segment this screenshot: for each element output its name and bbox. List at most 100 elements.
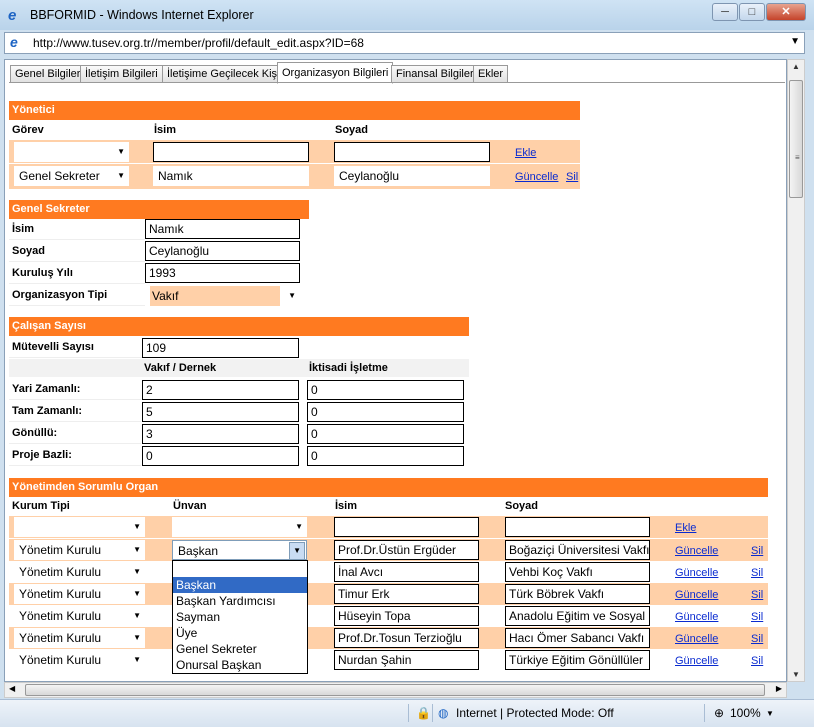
soyad-input-new[interactable] bbox=[334, 142, 490, 162]
organ-isim-input[interactable]: Timur Erk bbox=[334, 584, 479, 604]
organ-soyad-input[interactable]: Vehbi Koç Vakfı bbox=[505, 562, 650, 582]
zoom-icon[interactable]: ⊕ bbox=[714, 706, 724, 720]
proje-bazli-vakif-input[interactable]: 0 bbox=[142, 446, 299, 466]
sil-link[interactable]: Sil bbox=[751, 610, 763, 624]
organ-isim-input[interactable]: Nurdan Şahin bbox=[334, 650, 479, 670]
vertical-scrollbar[interactable]: ▲ ≡ ▼ bbox=[787, 59, 805, 682]
minimize-button[interactable]: ─ bbox=[712, 3, 738, 21]
tab-genel-bilgiler[interactable]: Genel Bilgiler bbox=[10, 65, 86, 83]
organ-ekle-link[interactable]: Ekle bbox=[675, 521, 696, 535]
organ-isim-input[interactable]: Prof.Dr.Tosun Terzioğlu bbox=[334, 628, 479, 648]
horizontal-scrollbar[interactable]: ◀ ▶ bbox=[4, 682, 787, 698]
col-iktisadi-isletme: İktisadi İşletme bbox=[309, 362, 388, 374]
zoom-level[interactable]: 100% bbox=[730, 706, 761, 720]
org-tipi-select[interactable]: Vakıf ▼ bbox=[145, 286, 300, 306]
tab-underline bbox=[9, 82, 785, 83]
organ-soyad-input[interactable]: Boğaziçi Üniversitesi Vakfı bbox=[505, 540, 650, 560]
chevron-down-icon[interactable]: ▼ bbox=[790, 36, 800, 47]
scroll-left-icon[interactable]: ◀ bbox=[9, 684, 15, 693]
organ-soyad-input-new[interactable] bbox=[505, 517, 650, 537]
kurum-tipi-select-new[interactable]: ▼ bbox=[14, 517, 145, 537]
guncelle-link[interactable]: Güncelle bbox=[675, 544, 718, 558]
maximize-button[interactable]: □ bbox=[739, 3, 765, 21]
dropdown-option[interactable]: Genel Sekreter bbox=[173, 641, 307, 657]
scroll-down-icon[interactable]: ▼ bbox=[792, 670, 800, 679]
sil-link[interactable]: Sil bbox=[751, 566, 763, 580]
gorev-value: Genel Sekreter bbox=[19, 169, 100, 183]
horizontal-scroll-thumb[interactable] bbox=[25, 684, 765, 696]
unvan-dropdown-list[interactable]: Başkan Başkan Yardımcısı Sayman Üye Gene… bbox=[172, 560, 308, 674]
col-kurum-tipi: Kurum Tipi bbox=[12, 500, 70, 512]
dropdown-option[interactable]: Başkan bbox=[173, 577, 307, 593]
soyad-field[interactable]: Ceylanoğlu bbox=[334, 166, 490, 186]
kurum-tipi-select[interactable]: Yönetim Kurulu ▼ bbox=[14, 562, 145, 582]
guncelle-link[interactable]: Güncelle bbox=[675, 566, 718, 580]
zoom-chevron-down-icon[interactable]: ▼ bbox=[766, 709, 774, 718]
tam-zamanli-vakif-input[interactable]: 5 bbox=[142, 402, 299, 422]
guncelle-link[interactable]: Güncelle bbox=[675, 588, 718, 602]
scroll-right-icon[interactable]: ▶ bbox=[776, 684, 782, 693]
address-bar[interactable]: e http://www.tusev.org.tr//member/profil… bbox=[4, 32, 805, 54]
tab-iletisim-bilgileri[interactable]: İletişim Bilgileri bbox=[80, 65, 163, 83]
sil-link[interactable]: Sil bbox=[566, 170, 578, 184]
kurum-tipi-select[interactable]: Yönetim Kurulu ▼ bbox=[14, 584, 145, 604]
kurum-tipi-select[interactable]: Yönetim Kurulu ▼ bbox=[14, 540, 145, 560]
organ-isim-input[interactable]: İnal Avcı bbox=[334, 562, 479, 582]
sil-link[interactable]: Sil bbox=[751, 632, 763, 646]
organ-soyad-input[interactable]: Türk Böbrek Vakfı bbox=[505, 584, 650, 604]
section-sorumlu-organ: Yönetimden Sorumlu Organ bbox=[9, 478, 768, 497]
gonullu-iktisadi-input[interactable]: 0 bbox=[307, 424, 464, 444]
dropdown-option[interactable]: Üye bbox=[173, 625, 307, 641]
unvan-select-new[interactable]: ▼ bbox=[172, 517, 307, 537]
sil-link[interactable]: Sil bbox=[751, 588, 763, 602]
kurulus-yili-input[interactable]: 1993 bbox=[145, 263, 300, 283]
globe-icon: ◍ bbox=[438, 706, 449, 720]
ekle-link[interactable]: Ekle bbox=[515, 146, 536, 160]
kurum-tipi-select[interactable]: Yönetim Kurulu ▼ bbox=[14, 628, 145, 648]
guncelle-link[interactable]: Güncelle bbox=[675, 654, 718, 668]
organ-isim-input[interactable]: Prof.Dr.Üstün Ergüder bbox=[334, 540, 479, 560]
sekreter-isim-input[interactable]: Namık bbox=[145, 219, 300, 239]
proje-bazli-iktisadi-input[interactable]: 0 bbox=[307, 446, 464, 466]
gorev-select-new[interactable]: ▼ bbox=[14, 142, 129, 162]
tab-ekler[interactable]: Ekler bbox=[473, 65, 509, 83]
organ-soyad-input[interactable]: Anadolu Eğitim ve Sosyal bbox=[505, 606, 650, 626]
tam-zamanli-iktisadi-input[interactable]: 0 bbox=[307, 402, 464, 422]
mutevelli-input[interactable]: 109 bbox=[142, 338, 299, 358]
scroll-up-icon[interactable]: ▲ bbox=[792, 62, 800, 71]
gonullu-vakif-input[interactable]: 3 bbox=[142, 424, 299, 444]
kurum-tipi-select[interactable]: Yönetim Kurulu ▼ bbox=[14, 650, 145, 670]
dropdown-blank-option[interactable] bbox=[173, 561, 307, 577]
unvan-value: Başkan bbox=[178, 544, 219, 558]
isim-input-new[interactable] bbox=[153, 142, 309, 162]
vertical-scroll-thumb[interactable]: ≡ bbox=[789, 80, 803, 198]
gorev-select[interactable]: Genel Sekreter ▼ bbox=[14, 166, 129, 186]
organ-isim-input[interactable]: Hüseyin Topa bbox=[334, 606, 479, 626]
unvan-select[interactable]: Başkan ▼ bbox=[172, 540, 307, 560]
section-genel-sekreter: Genel Sekreter bbox=[9, 200, 309, 219]
sil-link[interactable]: Sil bbox=[751, 544, 763, 558]
dropdown-option[interactable]: Sayman bbox=[173, 609, 307, 625]
kurum-tipi-value: Yönetim Kurulu bbox=[19, 631, 102, 645]
org-tipi-value: Vakıf bbox=[150, 286, 280, 306]
tab-iletisime-gecilecek-kisi[interactable]: İletişime Geçilecek Kişi bbox=[162, 65, 285, 83]
guncelle-link[interactable]: Güncelle bbox=[515, 170, 558, 184]
dropdown-option[interactable]: Başkan Yardımcısı bbox=[173, 593, 307, 609]
sil-link[interactable]: Sil bbox=[751, 654, 763, 668]
tab-finansal-bilgiler[interactable]: Finansal Bilgiler bbox=[391, 65, 479, 83]
yari-zamanli-iktisadi-input[interactable]: 0 bbox=[307, 380, 464, 400]
guncelle-link[interactable]: Güncelle bbox=[675, 610, 718, 624]
organ-soyad-input[interactable]: Hacı Ömer Sabancı Vakfı bbox=[505, 628, 650, 648]
organ-isim-input-new[interactable] bbox=[334, 517, 479, 537]
sekreter-soyad-input[interactable]: Ceylanoğlu bbox=[145, 241, 300, 261]
organ-soyad-input[interactable]: Türkiye Eğitim Gönüllüler bbox=[505, 650, 650, 670]
kurum-tipi-select[interactable]: Yönetim Kurulu ▼ bbox=[14, 606, 145, 626]
window-title: BBFORMID - Windows Internet Explorer bbox=[30, 8, 254, 22]
isim-field[interactable]: Namık bbox=[153, 166, 309, 186]
page-icon: e bbox=[10, 34, 18, 50]
guncelle-link[interactable]: Güncelle bbox=[675, 632, 718, 646]
tab-organizasyon-bilgileri[interactable]: Organizasyon Bilgileri bbox=[277, 62, 394, 84]
yari-zamanli-vakif-input[interactable]: 2 bbox=[142, 380, 299, 400]
close-button[interactable]: ✕ bbox=[766, 3, 806, 21]
dropdown-option[interactable]: Onursal Başkan bbox=[173, 657, 307, 673]
